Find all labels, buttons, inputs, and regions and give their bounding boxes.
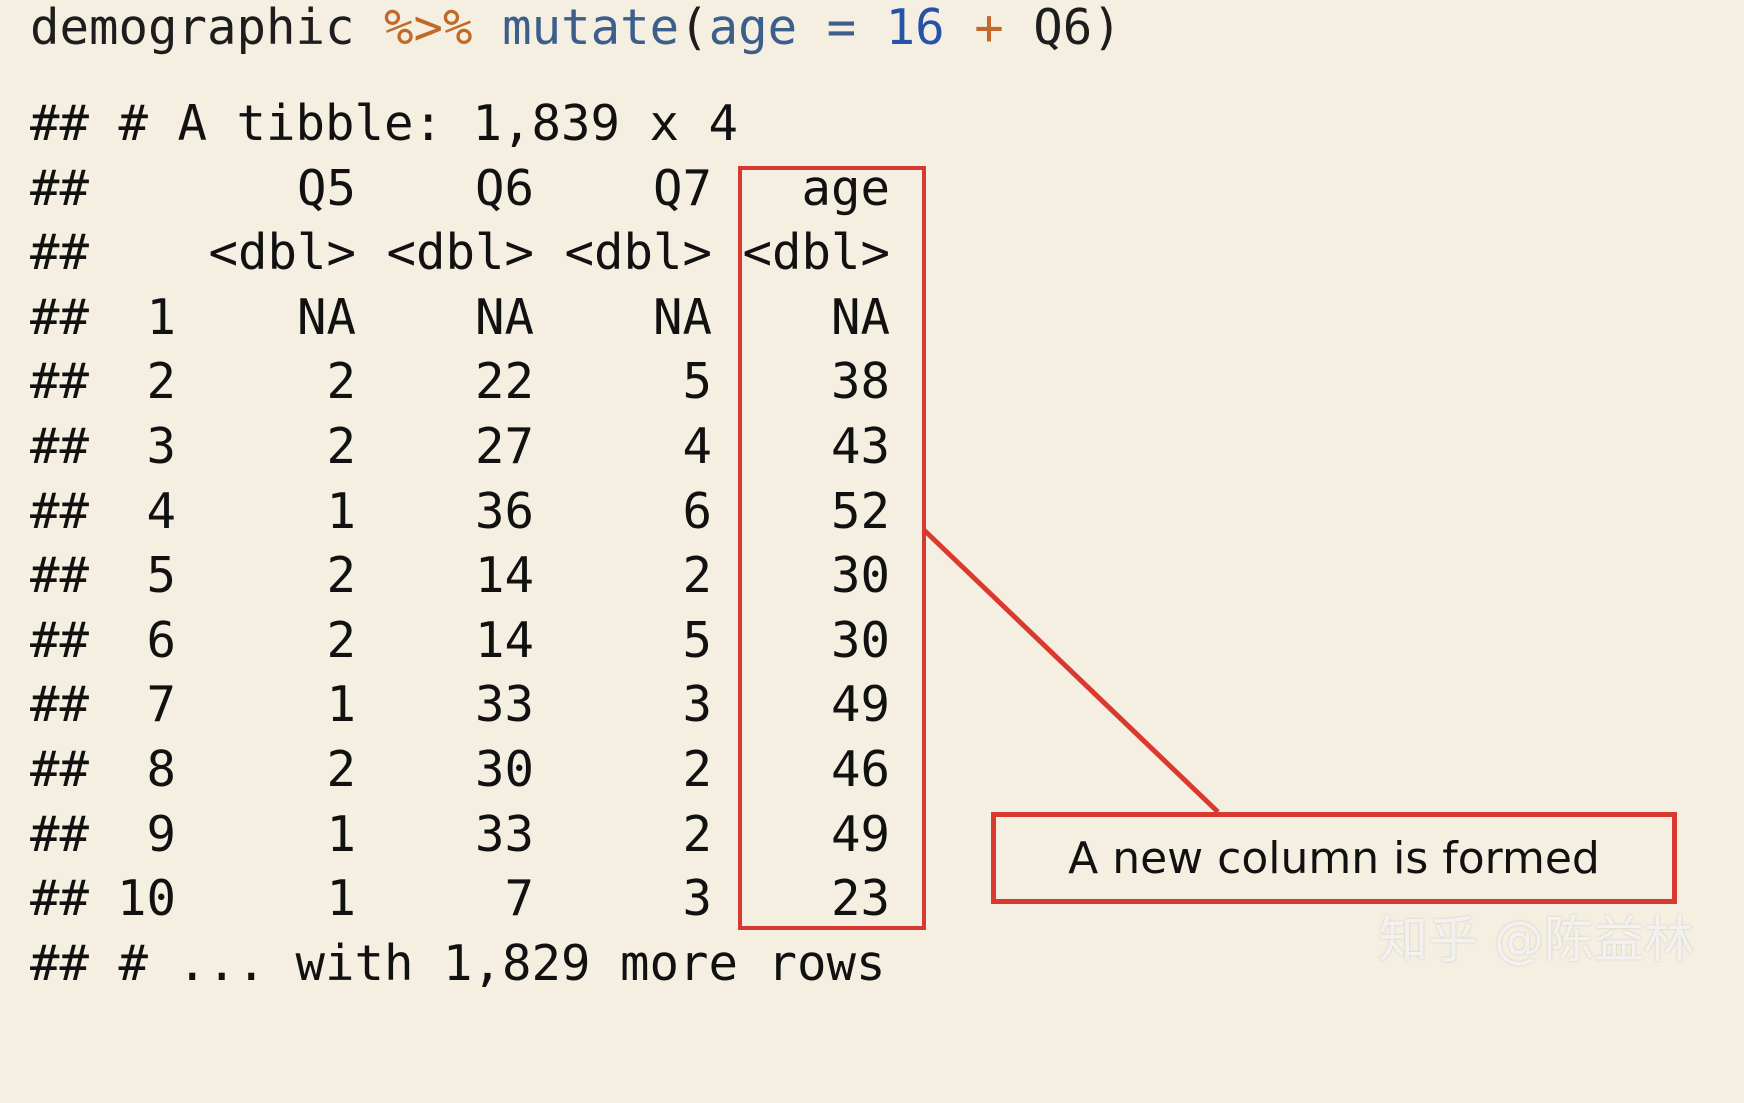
callout-connector-stroke (922, 528, 1220, 814)
watermark: 知乎 @陈益林 (1378, 911, 1694, 969)
callout-box: A new column is formed (991, 812, 1677, 904)
callout-label: A new column is formed (1068, 832, 1600, 884)
